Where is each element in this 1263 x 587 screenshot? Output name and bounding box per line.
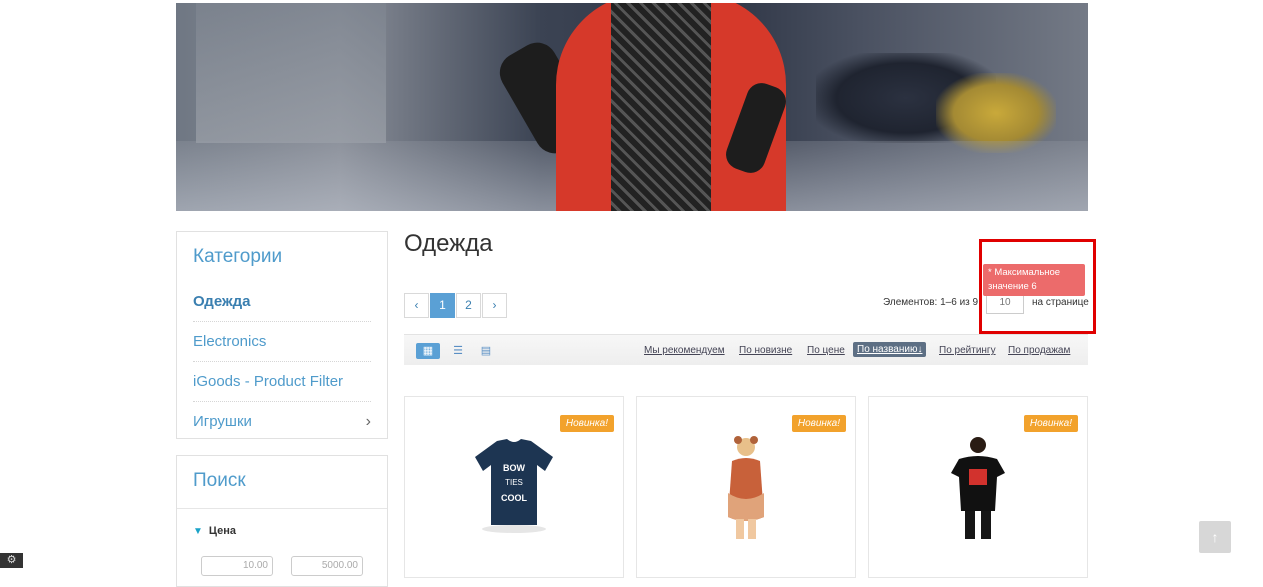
shirt-text-line: BOW [503,463,526,473]
categories-panel: Категории Одежда Electronics iGoods - Pr… [176,231,388,439]
grid-view-icon[interactable]: ▦ [416,343,440,359]
price-from-input[interactable]: 10.00 [201,556,273,576]
pagination: ‹ 1 2 › [404,293,508,318]
product-card[interactable]: Новинка! BOW TIES COOL [404,396,624,578]
gear-icon[interactable]: ⚙ [0,553,23,568]
sort-rating[interactable]: По рейтингу [939,345,996,356]
categories-title: Категории [193,246,283,267]
category-list: Одежда Electronics iGoods - Product Filt… [193,282,371,441]
sort-bar: ▦ ☰ ▤ Мы рекомендуем По новизне По цене … [404,334,1088,365]
shirt-text-line: TIES [505,478,523,487]
hero-banner [176,3,1088,211]
scroll-top-button[interactable]: ↑ [1199,521,1231,553]
category-item-igoods-filter[interactable]: iGoods - Product Filter [193,362,371,402]
triangle-down-icon: ▼ [193,526,203,537]
sort-price[interactable]: По цене [807,345,845,356]
items-count: Элементов: 1–6 из 9, [883,297,981,308]
list-view-icon[interactable]: ☰ [446,343,470,359]
category-item-clothing[interactable]: Одежда [193,282,371,322]
sort-name[interactable]: По названию↓ [853,342,927,357]
product-image-black-tshirt[interactable] [943,433,1013,543]
chevron-right-icon[interactable]: › [366,402,371,441]
prev-page-button[interactable]: ‹ [404,293,429,318]
new-badge: Новинка! [559,415,614,432]
tshirt-image[interactable]: BOW TIES COOL [469,435,559,535]
table-view-icon[interactable]: ▤ [474,343,498,359]
product-card[interactable]: Новинка! [868,396,1088,578]
category-item-electronics[interactable]: Electronics [193,322,371,362]
search-title: Поиск [177,456,387,509]
shirt-text-line: COOL [501,493,528,503]
arrow-up-icon: ↑ [1211,529,1219,545]
product-card[interactable]: Новинка! [636,396,856,578]
price-filter-label[interactable]: ▼ Цена [193,525,387,537]
highlight-box [979,239,1096,334]
new-badge: Новинка! [1023,415,1078,432]
category-item-toys[interactable]: Игрушки › [193,402,371,441]
price-to-input[interactable]: 5000.00 [291,556,363,576]
search-panel: Поиск ▼ Цена 10.00 5000.00 [176,455,388,587]
next-page-button[interactable]: › [482,293,507,318]
page-2-button[interactable]: 2 [456,293,481,318]
sort-newest[interactable]: По новизне [739,345,792,356]
sort-recommended[interactable]: Мы рекомендуем [644,345,725,356]
page-1-button[interactable]: 1 [430,293,455,318]
product-image-orange-top[interactable] [716,433,776,543]
sort-sales[interactable]: По продажам [1008,345,1070,356]
page-title: Одежда [404,230,493,257]
new-badge: Новинка! [791,415,846,432]
